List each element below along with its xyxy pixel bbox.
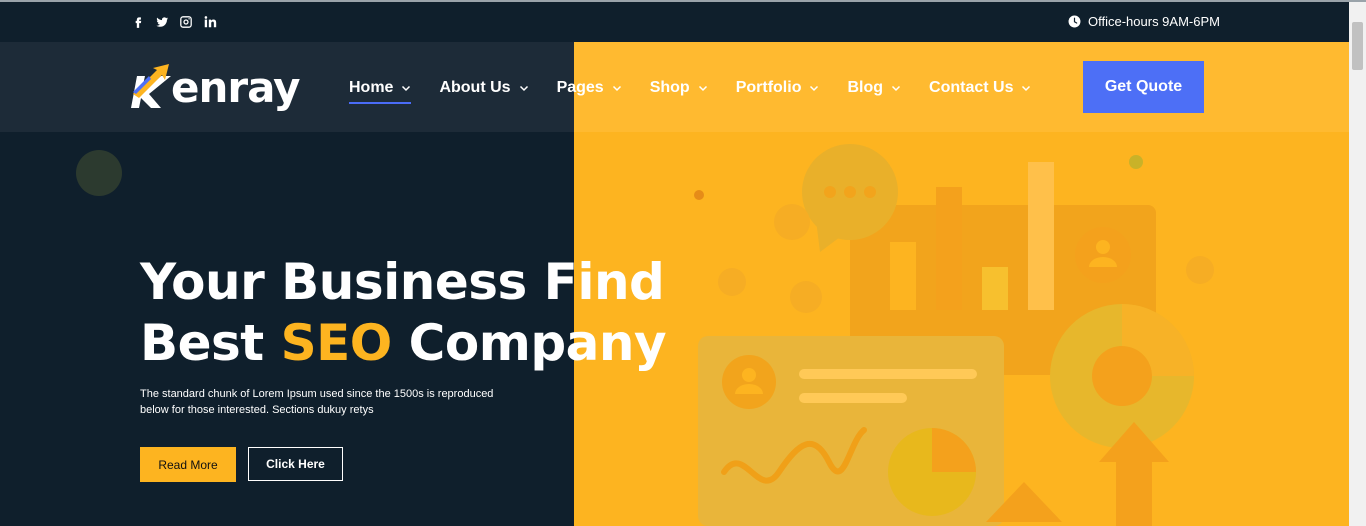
scrollbar-thumb[interactable] <box>1352 22 1363 70</box>
nav-item-label: Pages <box>556 79 604 96</box>
office-hours-text: Office-hours 9AM-6PM <box>1088 14 1220 29</box>
chevron-down-icon <box>698 85 707 92</box>
site-logo[interactable]: enray <box>127 56 301 118</box>
twitter-icon[interactable] <box>155 15 169 29</box>
nav-item-about-us[interactable]: About Us <box>439 76 528 100</box>
chevron-down-icon <box>891 85 901 92</box>
nav-item-contact-us[interactable]: Contact Us <box>929 76 1031 100</box>
hero-title-line1: Your Business Find <box>140 253 665 311</box>
hero-title-highlight: SEO <box>280 314 393 372</box>
nav-item-home[interactable]: Home <box>349 76 412 104</box>
click-here-button[interactable]: Click Here <box>248 447 343 481</box>
nav-item-blog[interactable]: Blog <box>847 76 901 100</box>
instagram-icon[interactable] <box>179 15 193 29</box>
nav-item-pages[interactable]: Pages <box>557 76 622 100</box>
get-quote-button[interactable]: Get Quote <box>1083 61 1204 113</box>
hero-title-line2-post: Company <box>391 314 667 372</box>
nav-item-shop[interactable]: Shop <box>650 76 708 100</box>
facebook-icon[interactable] <box>131 15 145 29</box>
hero-title: Your Business Find Best SEO Company <box>140 252 667 374</box>
nav-item-portfolio[interactable]: Portfolio <box>736 76 820 100</box>
chevron-down-icon <box>402 85 411 92</box>
nav-item-label: About Us <box>439 79 511 96</box>
top-info-bar: Office-hours 9AM-6PM <box>0 2 1349 42</box>
primary-nav: Home About Us Pages Shop Portfolio Blog … <box>349 76 1059 104</box>
chevron-down-icon <box>519 85 528 92</box>
office-hours: Office-hours 9AM-6PM <box>1068 14 1220 29</box>
social-links <box>131 15 217 29</box>
logo-text: enray <box>171 62 301 112</box>
arrow-k-icon <box>131 64 171 108</box>
chevron-down-icon <box>810 85 819 92</box>
nav-item-label: Shop <box>649 79 690 96</box>
clock-icon <box>1068 15 1081 28</box>
nav-item-label: Portfolio <box>735 79 802 96</box>
nav-item-label: Home <box>349 79 394 96</box>
hero-title-line2-pre: Best <box>140 314 281 372</box>
chevron-down-icon <box>1022 85 1031 92</box>
nav-item-label: Contact Us <box>929 79 1014 96</box>
decorative-circle <box>76 150 122 196</box>
hero-description: The standard chunk of Lorem Ipsum used s… <box>140 388 494 416</box>
nav-item-label: Blog <box>847 79 884 96</box>
chevron-down-icon <box>612 85 621 92</box>
linkedin-icon[interactable] <box>203 15 217 29</box>
read-more-button[interactable]: Read More <box>140 447 236 482</box>
page-scrollbar[interactable] <box>1349 2 1366 526</box>
